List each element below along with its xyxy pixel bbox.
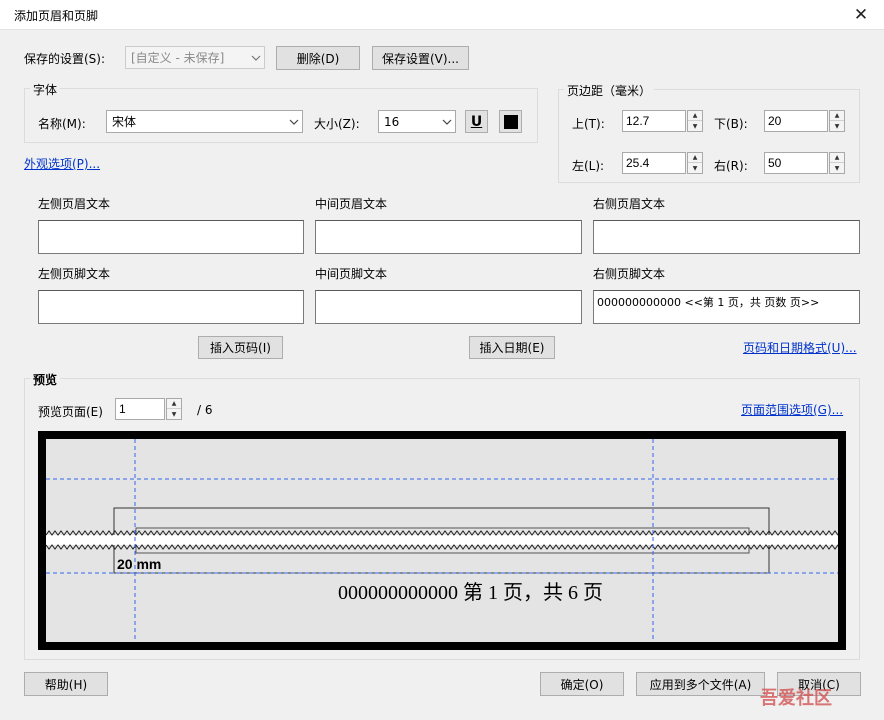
margin-readout: 20 mm bbox=[117, 556, 162, 572]
color-swatch-icon bbox=[503, 114, 518, 129]
margins-group-title: 页边距（毫米） bbox=[564, 82, 655, 99]
right-header-input[interactable] bbox=[593, 220, 860, 254]
delete-button[interactable]: 删除(D) bbox=[276, 46, 360, 70]
font-name-label: 名称(M): bbox=[38, 117, 86, 131]
margin-top-label: 上(T): bbox=[572, 117, 605, 131]
spin-up-icon[interactable]: ▲ bbox=[830, 111, 844, 121]
page-date-format-link[interactable]: 页码和日期格式(U)... bbox=[743, 339, 857, 356]
margin-left-spinner[interactable]: ▲ ▼ bbox=[687, 152, 703, 174]
font-color-button[interactable] bbox=[499, 110, 522, 133]
right-footer-label: 右侧页脚文本 bbox=[593, 267, 666, 281]
margin-right-spinner[interactable]: ▲ ▼ bbox=[829, 152, 845, 174]
spin-up-icon[interactable]: ▲ bbox=[688, 153, 702, 163]
preview-page-label: 预览页面(E) bbox=[38, 405, 103, 419]
font-size-label: 大小(Z): bbox=[314, 117, 360, 131]
window-title: 添加页眉和页脚 bbox=[14, 9, 99, 23]
underline-button[interactable]: U bbox=[465, 110, 488, 133]
spin-down-icon[interactable]: ▼ bbox=[167, 409, 181, 419]
spin-up-icon[interactable]: ▲ bbox=[167, 399, 181, 409]
left-header-input[interactable] bbox=[38, 220, 304, 254]
ok-button[interactable]: 确定(O) bbox=[540, 672, 624, 696]
font-size-combo[interactable]: 16 bbox=[378, 110, 456, 133]
font-name-value: 宋体 bbox=[112, 115, 137, 129]
appearance-options-link[interactable]: 外观选项(P)... bbox=[24, 155, 100, 172]
preview-page-total: / 6 bbox=[197, 403, 213, 417]
left-header-label: 左侧页眉文本 bbox=[38, 197, 111, 211]
underline-icon: U bbox=[470, 113, 483, 130]
spin-up-icon[interactable]: ▲ bbox=[688, 111, 702, 121]
saved-settings-label: 保存的设置(S): bbox=[24, 52, 106, 66]
center-footer-label: 中间页脚文本 bbox=[315, 267, 388, 281]
font-group-title: 字体 bbox=[30, 81, 61, 98]
spin-down-icon[interactable]: ▼ bbox=[688, 163, 702, 173]
margin-right-label: 右(R): bbox=[714, 159, 748, 173]
save-settings-button[interactable]: 保存设置(V)... bbox=[372, 46, 469, 70]
preview-footer-text: 000000000000 第 1 页，共 6 页 bbox=[338, 582, 603, 604]
watermark-logo: 吾爱社区 bbox=[760, 688, 832, 709]
left-footer-label: 左侧页脚文本 bbox=[38, 267, 111, 281]
center-footer-input[interactable] bbox=[315, 290, 582, 324]
margin-left-label: 左(L): bbox=[572, 159, 605, 173]
saved-settings-value: [自定义 - 未保存] bbox=[131, 51, 225, 65]
insert-page-number-button[interactable]: 插入页码(I) bbox=[198, 336, 283, 359]
help-button[interactable]: 帮助(H) bbox=[24, 672, 108, 696]
margin-top-input[interactable]: 12.7 bbox=[622, 110, 686, 132]
close-icon[interactable]: ✕ bbox=[848, 2, 874, 28]
font-size-value: 16 bbox=[384, 114, 400, 129]
chevron-down-icon bbox=[442, 111, 452, 132]
preview-guides bbox=[46, 439, 838, 642]
spin-down-icon[interactable]: ▼ bbox=[830, 121, 844, 131]
insert-date-button[interactable]: 插入日期(E) bbox=[469, 336, 555, 359]
preview-page-input[interactable]: 1 bbox=[115, 398, 165, 420]
preview-canvas: 20 mm 000000000000 第 1 页，共 6 页 bbox=[46, 439, 838, 642]
left-footer-input[interactable] bbox=[38, 290, 304, 324]
margin-bottom-input[interactable]: 20 bbox=[764, 110, 828, 132]
page-range-options-link[interactable]: 页面范围选项(G)... bbox=[741, 401, 843, 418]
title-bar bbox=[0, 0, 884, 30]
spin-up-icon[interactable]: ▲ bbox=[830, 153, 844, 163]
spin-down-icon[interactable]: ▼ bbox=[830, 163, 844, 173]
margin-bottom-spinner[interactable]: ▲ ▼ bbox=[829, 110, 845, 132]
chevron-down-icon bbox=[251, 47, 261, 68]
apply-to-multiple-files-button[interactable]: 应用到多个文件(A) bbox=[636, 672, 765, 696]
saved-settings-combo: [自定义 - 未保存] bbox=[125, 46, 265, 69]
right-header-label: 右侧页眉文本 bbox=[593, 197, 666, 211]
margin-right-input[interactable]: 50 bbox=[764, 152, 828, 174]
preview-page-spinner[interactable]: ▲ ▼ bbox=[166, 398, 182, 420]
margin-top-spinner[interactable]: ▲ ▼ bbox=[687, 110, 703, 132]
center-header-input[interactable] bbox=[315, 220, 582, 254]
font-name-combo[interactable]: 宋体 bbox=[106, 110, 303, 133]
preview-group-title: 预览 bbox=[30, 371, 61, 388]
center-header-label: 中间页眉文本 bbox=[315, 197, 388, 211]
margin-left-input[interactable]: 25.4 bbox=[622, 152, 686, 174]
right-footer-input[interactable]: 000000000000 <<第 1 页，共 页数 页>> bbox=[593, 290, 860, 324]
spin-down-icon[interactable]: ▼ bbox=[688, 121, 702, 131]
margin-bottom-label: 下(B): bbox=[714, 117, 748, 131]
chevron-down-icon bbox=[289, 111, 299, 132]
